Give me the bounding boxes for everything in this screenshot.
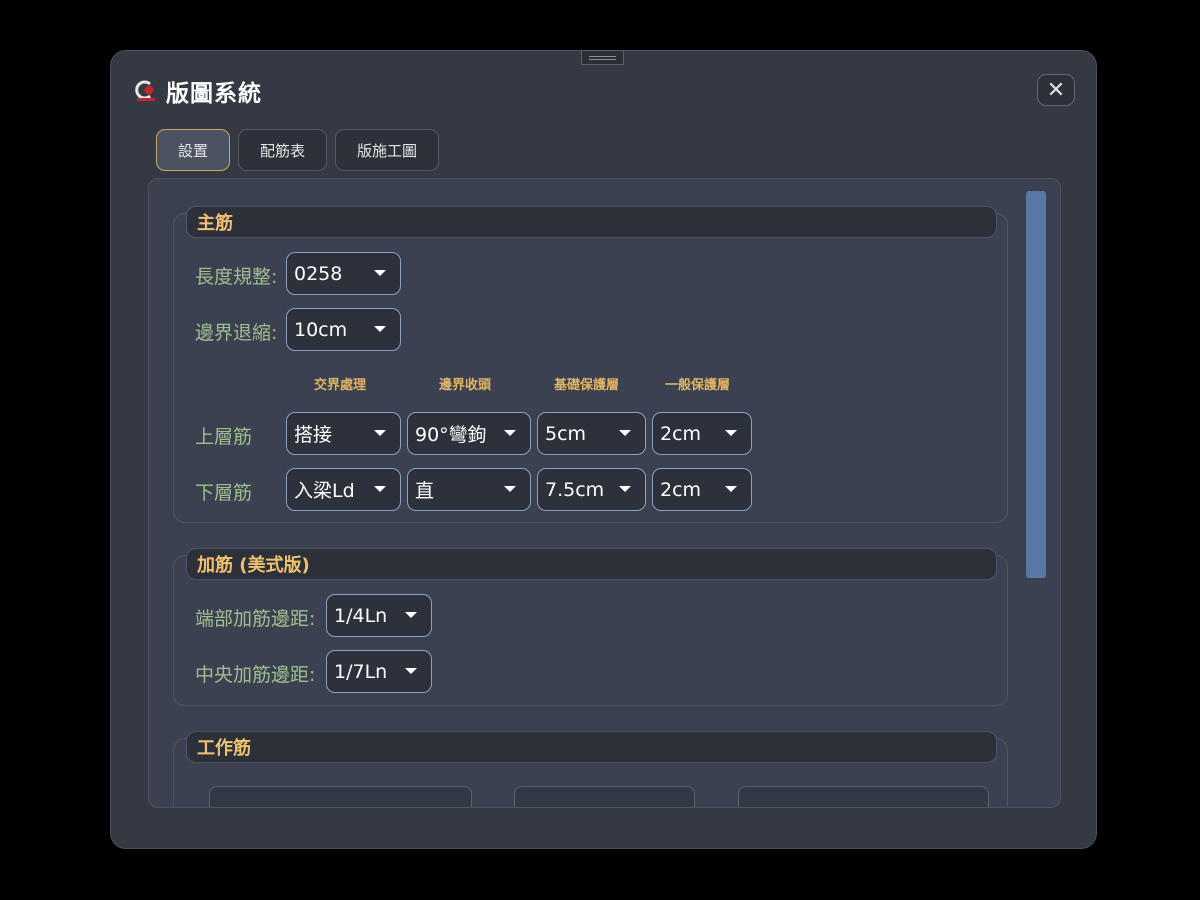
- end-margin-select[interactable]: 1/4Ln: [326, 594, 432, 637]
- tab-bar: 設置 配筋表 版施工圖: [156, 129, 440, 171]
- chevron-down-icon: [504, 430, 516, 436]
- center-margin-label: 中央加筋邊距:: [195, 664, 316, 686]
- length-value: 0258: [294, 262, 343, 285]
- close-button[interactable]: ✕: [1037, 74, 1075, 106]
- top-junction-value: 搭接: [294, 424, 333, 446]
- chevron-down-icon: [374, 326, 386, 332]
- bottom-general-cover-select[interactable]: 2cm: [652, 468, 752, 511]
- main-bar-group: 主筋 長度規整: 0258 邊界退縮: 10cm 交界處理 邊界收頭 基礎保護層…: [173, 206, 1008, 523]
- length-select[interactable]: 0258: [286, 252, 401, 295]
- app-title: 版圖系統: [166, 81, 262, 107]
- top-foundation-cover-value: 5cm: [545, 422, 587, 445]
- chevron-down-icon: [619, 430, 631, 436]
- chevron-down-icon: [374, 430, 386, 436]
- chevron-down-icon: [374, 486, 386, 492]
- top-junction-select[interactable]: 搭接: [286, 412, 401, 455]
- top-edge-select[interactable]: 90°彎鉤: [407, 412, 531, 455]
- length-label: 長度規整:: [195, 266, 278, 288]
- bottom-general-cover-value: 2cm: [660, 478, 702, 501]
- chevron-down-icon: [405, 668, 417, 674]
- extra-bar-header: 加筋 (美式版): [186, 548, 997, 580]
- chevron-down-icon: [504, 486, 516, 492]
- work-bar-field[interactable]: [738, 786, 989, 807]
- work-bar-header: 工作筋: [186, 731, 997, 763]
- scrollbar-thumb[interactable]: [1026, 191, 1046, 578]
- extra-bar-group: 加筋 (美式版) 端部加筋邊距: 1/4Ln 中央加筋邊距: 1/7Ln: [173, 548, 1008, 706]
- bottom-foundation-cover-select[interactable]: 7.5cm: [537, 468, 646, 511]
- column-header-general-cover: 一般保護層: [665, 378, 731, 393]
- tab-settings[interactable]: 設置: [156, 129, 231, 171]
- bottom-edge-select[interactable]: 直: [407, 468, 531, 511]
- bottom-layer-label: 下層筋: [195, 482, 253, 504]
- tab-rebar-table[interactable]: 配筋表: [238, 129, 328, 171]
- bottom-foundation-cover-value: 7.5cm: [545, 478, 605, 501]
- end-margin-value: 1/4Ln: [334, 604, 388, 627]
- chevron-down-icon: [725, 486, 737, 492]
- main-bar-header: 主筋: [186, 206, 997, 238]
- drag-handle[interactable]: [581, 50, 624, 65]
- chevron-down-icon: [405, 612, 417, 618]
- settings-panel[interactable]: 主筋 長度規整: 0258 邊界退縮: 10cm 交界處理 邊界收頭 基礎保護層…: [148, 178, 1061, 808]
- work-bar-field[interactable]: [514, 786, 695, 807]
- bottom-junction-value: 入梁Ld: [294, 480, 355, 502]
- top-layer-label: 上層筋: [195, 426, 253, 448]
- end-margin-label: 端部加筋邊距:: [195, 608, 316, 630]
- tab-slab-drawing[interactable]: 版施工圖: [335, 129, 440, 171]
- top-foundation-cover-select[interactable]: 5cm: [537, 412, 646, 455]
- work-bar-field[interactable]: [209, 786, 472, 807]
- top-general-cover-select[interactable]: 2cm: [652, 412, 752, 455]
- top-edge-value: 90°彎鉤: [415, 424, 487, 446]
- column-header-foundation-cover: 基礎保護層: [554, 378, 620, 393]
- edge-value: 10cm: [294, 318, 348, 341]
- bottom-junction-select[interactable]: 入梁Ld: [286, 468, 401, 511]
- bottom-edge-value: 直: [415, 480, 435, 502]
- chevron-down-icon: [374, 270, 386, 276]
- column-header-junction: 交界處理: [314, 378, 367, 393]
- chevron-down-icon: [725, 430, 737, 436]
- column-header-edge-finish: 邊界收頭: [439, 378, 492, 393]
- edge-select[interactable]: 10cm: [286, 308, 401, 351]
- center-margin-value: 1/7Ln: [334, 660, 388, 683]
- edge-label: 邊界退縮:: [195, 322, 278, 344]
- chevron-down-icon: [619, 486, 631, 492]
- center-margin-select[interactable]: 1/7Ln: [326, 650, 432, 693]
- close-icon: ✕: [1046, 77, 1066, 103]
- top-general-cover-value: 2cm: [660, 422, 702, 445]
- dialog-window: 版圖系統 ✕ 設置 配筋表 版施工圖 主筋 長度規整: 0258 邊界退縮: 1…: [110, 50, 1097, 849]
- app-logo-icon: [135, 80, 155, 101]
